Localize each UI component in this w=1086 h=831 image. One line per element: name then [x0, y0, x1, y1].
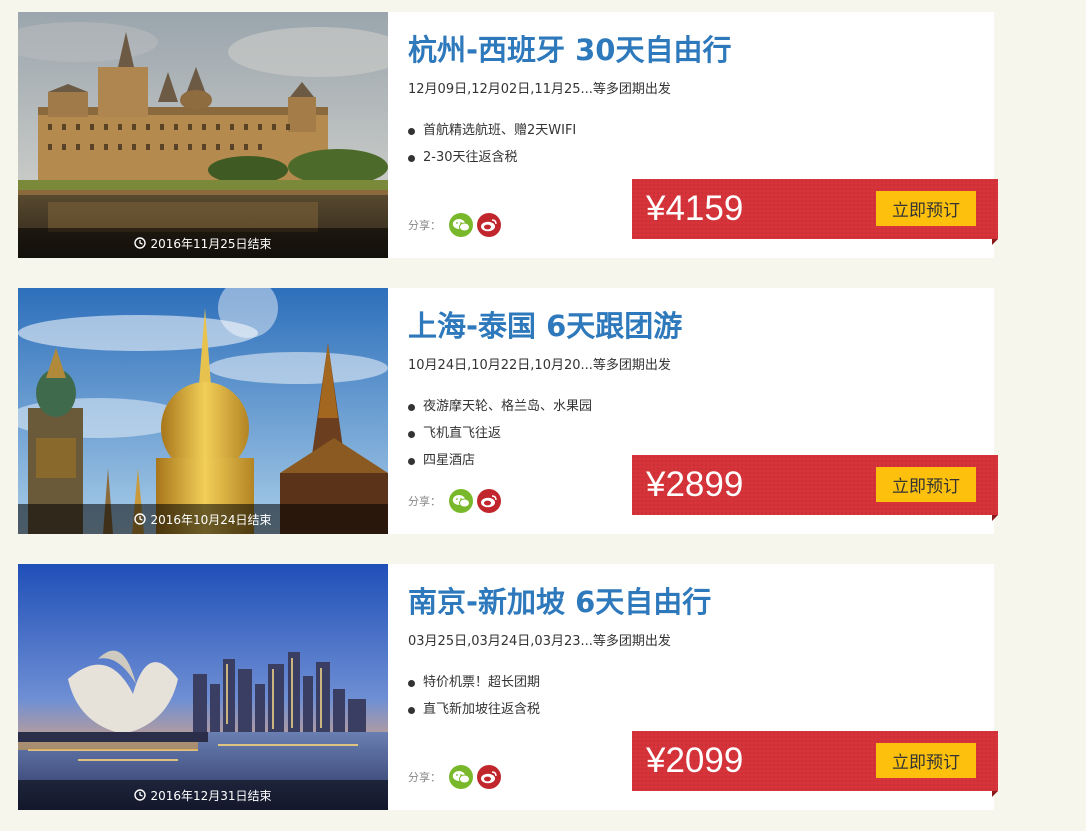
feature-list: 首航精选航班、赠2天WIFI 2-30天往返含税: [408, 121, 576, 175]
feature-list: 夜游摩天轮、格兰岛、水果园 飞机直飞往返 四星酒店: [408, 397, 592, 478]
end-date-text: 2016年10月24日结束: [150, 512, 272, 527]
tour-dates: 12月09日,12月02日,11月25...等多团期出发: [408, 82, 671, 97]
clock-icon: [134, 789, 147, 801]
tour-dates: 03月25日,03月24日,03月23...等多团期出发: [408, 634, 671, 649]
bullet-icon: [408, 680, 415, 687]
bullet-icon: [408, 128, 415, 135]
tour-title[interactable]: 杭州-西班牙 30天自由行: [408, 30, 732, 70]
tour-photo-thailand: [18, 288, 388, 534]
price-tag: ¥2099 立即预订: [632, 731, 998, 797]
book-button[interactable]: 立即预订: [876, 467, 976, 502]
share-label: 分享：: [408, 495, 441, 508]
price-tag: ¥2899 立即预订: [632, 455, 998, 521]
share-row: 分享：: [408, 488, 501, 514]
tour-photo[interactable]: 2016年10月24日结束: [18, 288, 388, 534]
feature-text: 直飞新加坡往返含税: [423, 702, 541, 717]
clock-icon: [134, 513, 147, 525]
tour-title[interactable]: 上海-泰国 6天跟团游: [408, 306, 682, 346]
bullet-icon: [408, 431, 415, 438]
share-label: 分享：: [408, 219, 441, 232]
end-date-bar: 2016年10月24日结束: [18, 504, 388, 534]
share-row: 分享：: [408, 764, 501, 790]
bullet-icon: [408, 707, 415, 714]
bullet-icon: [408, 404, 415, 411]
end-date-bar: 2016年12月31日结束: [18, 780, 388, 810]
book-button[interactable]: 立即预订: [876, 743, 976, 778]
tour-card: 2016年11月25日结束 杭州-西班牙 30天自由行 12月09日,12月02…: [18, 12, 998, 258]
price-tag-fold: [992, 791, 998, 797]
price: ¥2899: [646, 465, 744, 504]
weibo-icon[interactable]: [477, 489, 501, 513]
book-button[interactable]: 立即预订: [876, 191, 976, 226]
feature-text: 首航精选航班、赠2天WIFI: [423, 123, 577, 138]
feature-list: 特价机票！超长团期 直飞新加坡往返含税: [408, 673, 540, 727]
end-date-text: 2016年12月31日结束: [150, 788, 272, 803]
clock-icon: [134, 237, 147, 249]
feature-item: 飞机直飞往返: [408, 424, 592, 451]
price-tag-fold: [992, 239, 998, 245]
weibo-icon[interactable]: [477, 213, 501, 237]
tour-photo-singapore: [18, 564, 388, 810]
price-tag-fold: [992, 515, 998, 521]
wechat-icon[interactable]: [449, 213, 473, 237]
share-row: 分享：: [408, 212, 501, 238]
feature-item: 特价机票！超长团期: [408, 673, 540, 700]
feature-text: 夜游摩天轮、格兰岛、水果园: [423, 399, 593, 414]
end-date-text: 2016年11月25日结束: [150, 236, 272, 251]
feature-item: 首航精选航班、赠2天WIFI: [408, 121, 576, 148]
share-label: 分享：: [408, 771, 441, 784]
price: ¥4159: [646, 189, 744, 228]
tour-card: 2016年10月24日结束 上海-泰国 6天跟团游 10月24日,10月22日,…: [18, 288, 998, 534]
feature-text: 四星酒店: [423, 453, 476, 468]
tour-title[interactable]: 南京-新加坡 6天自由行: [408, 582, 711, 622]
feature-text: 2-30天往返含税: [423, 150, 518, 165]
tour-card: 2016年12月31日结束 南京-新加坡 6天自由行 03月25日,03月24日…: [18, 564, 998, 810]
feature-item: 2-30天往返含税: [408, 148, 576, 175]
feature-item: 夜游摩天轮、格兰岛、水果园: [408, 397, 592, 424]
wechat-icon[interactable]: [449, 765, 473, 789]
feature-item: 四星酒店: [408, 451, 592, 478]
tour-photo-spain: [18, 12, 388, 258]
feature-text: 飞机直飞往返: [423, 426, 502, 441]
tour-dates: 10月24日,10月22日,10月20...等多团期出发: [408, 358, 671, 373]
wechat-icon[interactable]: [449, 489, 473, 513]
weibo-icon[interactable]: [477, 765, 501, 789]
end-date-bar: 2016年11月25日结束: [18, 228, 388, 258]
price: ¥2099: [646, 741, 744, 780]
bullet-icon: [408, 155, 415, 162]
tour-photo[interactable]: 2016年12月31日结束: [18, 564, 388, 810]
feature-item: 直飞新加坡往返含税: [408, 700, 540, 727]
feature-text: 特价机票！超长团期: [423, 675, 541, 690]
bullet-icon: [408, 458, 415, 465]
price-tag: ¥4159 立即预订: [632, 179, 998, 245]
tour-photo[interactable]: 2016年11月25日结束: [18, 12, 388, 258]
